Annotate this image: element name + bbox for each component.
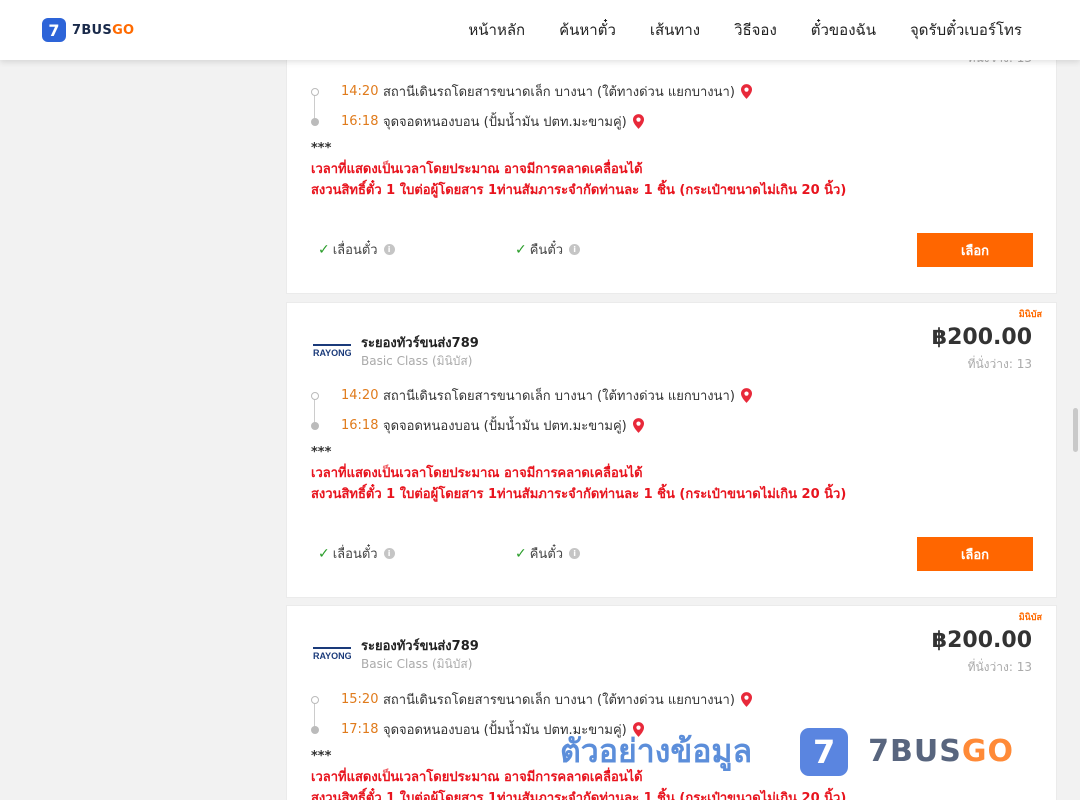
departure-dot-icon (311, 87, 319, 96)
watermark-logo-icon: 7 (800, 727, 849, 776)
info-icon[interactable]: i (569, 244, 581, 255)
logo-badge-icon: 7 (42, 18, 66, 42)
vehicle-type-tag: มินิบัส (1018, 310, 1042, 320)
arrival-dot-icon (311, 725, 319, 734)
sample-data-watermark: ตัวอย่างข้อมูล 7 7BUSGO (560, 726, 1014, 777)
departure-stop: 14:20 สถานีเดินรถโดยสารขนาดเล็ก บางนา (ใ… (311, 385, 752, 406)
site-logo[interactable]: 7 7BUSGO (42, 18, 134, 42)
feature-refund: ✓ คืนตั๋ว i (515, 239, 581, 260)
arrival-place: จุดจอดหนองบอน (ปั้มน้ำมัน ปตท.มะขามคู่) (383, 115, 627, 130)
map-pin-icon[interactable] (740, 84, 752, 99)
notice-time: เวลาที่แสดงเป็นเวลาโดยประมาณ อาจมีการคลา… (311, 466, 643, 481)
departure-time: 14:20 (341, 388, 379, 403)
feature-reschedule: ✓ เลื่อนตั๋ว i (318, 239, 395, 260)
arrival-time: 16:18 (341, 418, 379, 433)
operator-name: ระยองทัวร์ขนส่ง789 (361, 336, 479, 351)
svg-text:RAYONG: RAYONG (313, 651, 351, 661)
departure-dot-icon (311, 391, 319, 400)
logo-text: 7BUSGO (72, 22, 135, 38)
seats-available: ที่นั่งว่าง: 13 (967, 660, 1032, 674)
arrival-dot-icon (311, 117, 319, 126)
feature-label: คืนตั๋ว (529, 547, 564, 562)
feature-label: เลื่อนตั๋ว (332, 547, 378, 562)
notice-baggage: สงวนสิทธิ์ตั๋ว 1 ใบต่อผู้โดยสาร 1ท่านสัม… (311, 487, 847, 502)
svg-text:RAYONG: RAYONG (313, 348, 351, 358)
check-icon: ✓ (515, 545, 527, 562)
notice-baggage: สงวนสิทธิ์ตั๋ว 1 ใบต่อผู้โดยสาร 1ท่านสัม… (311, 183, 847, 198)
arrival-stop: 16:18 จุดจอดหนองบอน (ปั้มน้ำมัน ปตท.มะขา… (311, 111, 644, 132)
check-icon: ✓ (318, 545, 330, 562)
feature-refund: ✓ คืนตั๋ว i (515, 543, 581, 564)
departure-dot-icon (311, 695, 319, 704)
main-nav: หน้าหลัก ค้นหาตั๋ว เส้นทาง วิธีจอง ตั๋วข… (468, 0, 1022, 60)
info-icon[interactable]: i (383, 244, 395, 255)
feature-label: คืนตั๋ว (529, 243, 564, 258)
arrival-stop: 16:18 จุดจอดหนองบอน (ปั้มน้ำมัน ปตท.มะขา… (311, 415, 644, 436)
notes-marker: *** (311, 141, 332, 156)
vehicle-type-tag: มินิบัส (1018, 613, 1042, 623)
map-pin-icon[interactable] (740, 692, 752, 707)
operator-logo: RAYONG (313, 344, 351, 358)
departure-stop: 14:20 สถานีเดินรถโดยสารขนาดเล็ก บางนา (ใ… (311, 81, 752, 102)
departure-place: สถานีเดินรถโดยสารขนาดเล็ก บางนา (ใต้ทางด… (383, 85, 735, 100)
notes-marker: *** (311, 445, 332, 460)
check-icon: ✓ (318, 241, 330, 258)
departure-time: 14:20 (341, 84, 379, 99)
arrival-place: จุดจอดหนองบอน (ปั้มน้ำมัน ปตท.มะขามคู่) (383, 419, 627, 434)
top-header: 7 7BUSGO หน้าหลัก ค้นหาตั๋ว เส้นทาง วิธี… (0, 0, 1080, 60)
arrival-time: 17:18 (341, 722, 379, 737)
select-trip-button[interactable]: เลือก (917, 233, 1033, 267)
nav-routes[interactable]: เส้นทาง (650, 18, 700, 42)
feature-label: เลื่อนตั๋ว (332, 243, 378, 258)
notice-baggage: สงวนสิทธิ์ตั๋ว 1 ใบต่อผู้โดยสาร 1ท่านสัม… (311, 791, 847, 800)
bus-class: Basic Class (มินิบัส) (361, 354, 473, 368)
map-pin-icon[interactable] (632, 418, 644, 433)
departure-time: 15:20 (341, 692, 379, 707)
seats-available: ที่นั่งว่าง: 13 (967, 357, 1032, 371)
map-pin-icon[interactable] (632, 114, 644, 129)
page-scrollbar-thumb[interactable] (1073, 408, 1078, 452)
watermark-text: ตัวอย่างข้อมูล (560, 732, 753, 770)
operator-name: ระยองทัวร์ขนส่ง789 (361, 639, 479, 654)
trip-card: มินิบัส RAYONG ระยองทัวร์ขนส่ง789 Basic … (286, 302, 1057, 598)
nav-pickup-points[interactable]: จุดรับตั๋วเบอร์โทร (910, 18, 1022, 42)
bus-class: Basic Class (มินิบัส) (361, 657, 473, 671)
arrival-dot-icon (311, 421, 319, 430)
notes-marker: *** (311, 749, 332, 764)
info-icon[interactable]: i (569, 548, 581, 559)
nav-how-to-book[interactable]: วิธีจอง (734, 18, 777, 42)
map-pin-icon[interactable] (740, 388, 752, 403)
trip-price: ฿200.00 (931, 628, 1032, 653)
feature-reschedule: ✓ เลื่อนตั๋ว i (318, 543, 395, 564)
notice-time: เวลาที่แสดงเป็นเวลาโดยประมาณ อาจมีการคลา… (311, 162, 643, 177)
departure-place: สถานีเดินรถโดยสารขนาดเล็ก บางนา (ใต้ทางด… (383, 389, 735, 404)
operator-logo: RAYONG (313, 647, 351, 661)
watermark-brand: 7BUSGO (868, 734, 1014, 769)
departure-place: สถานีเดินรถโดยสารขนาดเล็ก บางนา (ใต้ทางด… (383, 693, 735, 708)
nav-search-ticket[interactable]: ค้นหาตั๋ว (559, 18, 616, 42)
check-icon: ✓ (515, 241, 527, 258)
nav-home[interactable]: หน้าหลัก (468, 18, 525, 42)
departure-stop: 15:20 สถานีเดินรถโดยสารขนาดเล็ก บางนา (ใ… (311, 689, 752, 710)
select-trip-button[interactable]: เลือก (917, 537, 1033, 571)
arrival-time: 16:18 (341, 114, 379, 129)
trip-price: ฿200.00 (931, 325, 1032, 350)
nav-my-tickets[interactable]: ตั๋วของฉัน (811, 18, 876, 42)
info-icon[interactable]: i (383, 548, 395, 559)
